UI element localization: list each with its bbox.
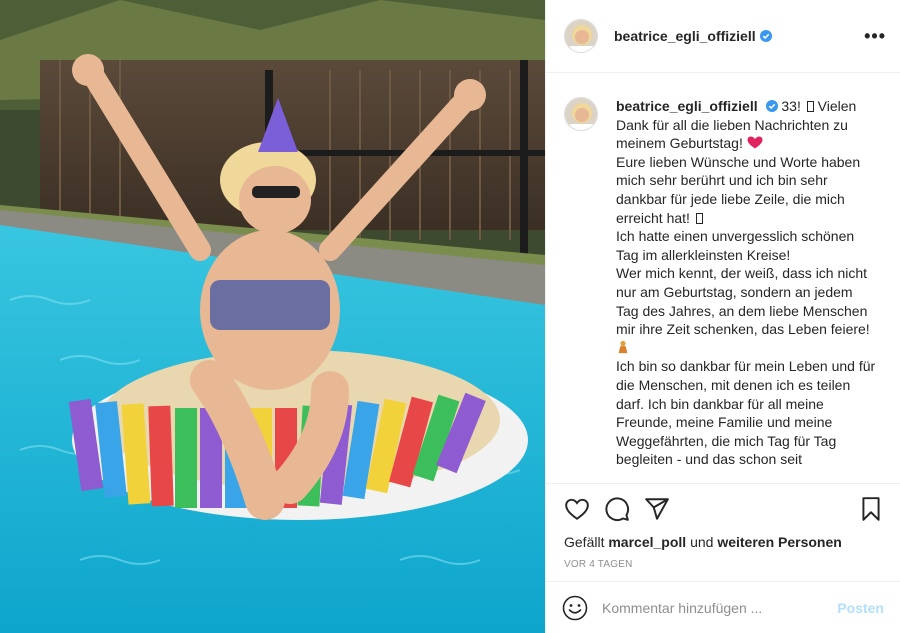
share-icon[interactable] [644, 496, 670, 522]
caption-line-5: Wer mich kennt, der weiß, dass ich nicht… [616, 265, 870, 338]
likes-others-link[interactable]: weiteren Personen [717, 534, 842, 550]
header-username[interactable]: beatrice_egli_offiziell [614, 28, 756, 44]
caption-text: beatrice_egli_offiziell 33! Vielen Dank … [616, 97, 878, 469]
likes-middle: und [686, 534, 718, 550]
likes-summary: Gefällt marcel_poll und weiteren Persone… [546, 533, 900, 551]
post-comment-button[interactable]: Posten [837, 600, 884, 616]
comment-icon[interactable] [604, 496, 630, 522]
avatar-image [565, 20, 597, 52]
post-actions [546, 483, 900, 533]
caption-avatar-image [565, 98, 597, 130]
comment-input[interactable] [602, 599, 838, 616]
post-header: beatrice_egli_offiziell ••• [546, 0, 900, 73]
like-heart-icon[interactable] [564, 496, 590, 522]
likes-user-link[interactable]: marcel_poll [608, 534, 686, 550]
caption-line-6: Ich bin so dankbar für mein Leben und fü… [616, 358, 876, 468]
caption-line-1: 33! [777, 98, 805, 114]
pool-photo-image [0, 0, 545, 633]
person-emoji-icon [618, 340, 628, 353]
caption-line-3: Eure lieben Wünsche und Worte haben mich… [616, 153, 861, 226]
bookmark-icon[interactable] [858, 496, 884, 522]
caption-area: beatrice_egli_offiziell 33! Vielen Dank … [546, 73, 900, 483]
more-options-icon[interactable]: ••• [864, 26, 886, 47]
emoji-placeholder-icon-2 [695, 212, 703, 224]
comment-form: Posten [546, 581, 900, 633]
post-timestamp[interactable]: VOR 4 TAGEN [546, 551, 900, 581]
caption-avatar[interactable] [564, 97, 598, 131]
red-heart-icon [747, 136, 763, 149]
caption-row: beatrice_egli_offiziell 33! Vielen Dank … [564, 97, 884, 469]
avatar[interactable] [564, 19, 598, 53]
post-photo[interactable] [0, 0, 545, 633]
caption-verified-badge-icon [765, 100, 778, 112]
caption-line-4: Ich hatte einen unvergesslich schönen Ta… [616, 228, 855, 263]
verified-badge-icon [759, 30, 772, 42]
post-side-panel: beatrice_egli_offiziell ••• beatrice_egl… [545, 0, 900, 633]
emoji-placeholder-icon [806, 101, 814, 112]
emoji-picker-icon[interactable] [562, 595, 588, 621]
instagram-post-view: beatrice_egli_offiziell ••• beatrice_egl… [0, 0, 900, 633]
likes-prefix: Gefällt [564, 534, 609, 550]
caption-username[interactable]: beatrice_egli_offiziell [616, 98, 758, 114]
